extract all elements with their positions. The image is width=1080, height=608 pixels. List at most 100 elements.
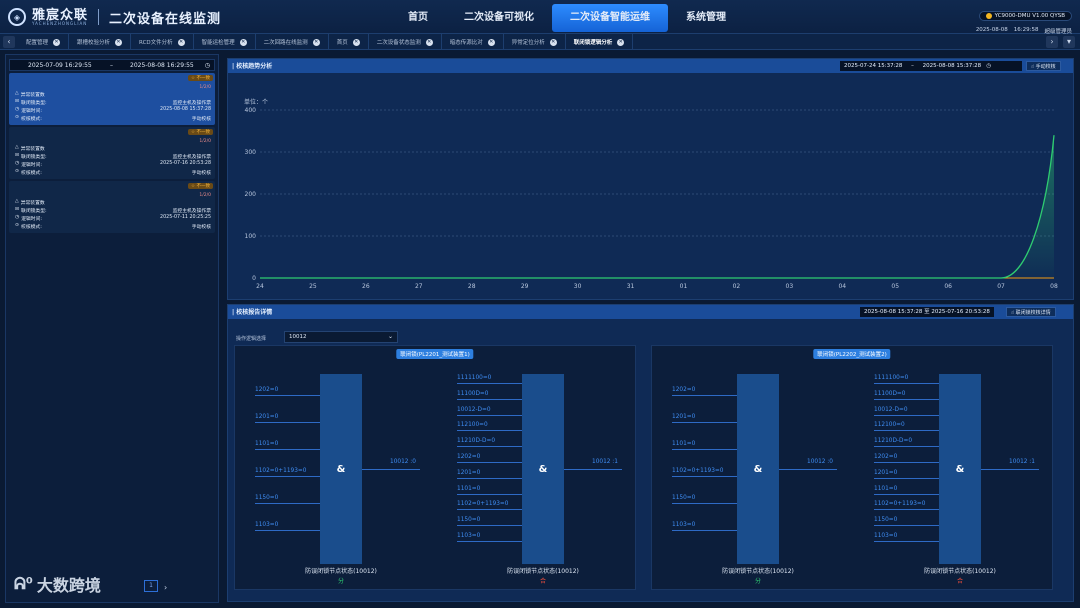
gate-input-label: 1150=0 [672,495,696,501]
field-icon: ◷ [15,107,20,112]
page-number[interactable]: 1 [144,580,158,592]
input-line [457,493,522,495]
report-card[interactable]: ☆ 不一致 1/2/0 △ 异常装置数 ⊟ 联闭锁类型: 监控主机及操作票 ◷ 逻辑时间: 202… [9,73,215,125]
tab-5[interactable]: 首页 ✕ [329,34,369,50]
interlock-diagram: 联闭锁(PL2202_测试装置2) & 1202=0 1201=0 1101=0 1102… [651,345,1053,590]
field-icon: ◷ [15,161,20,166]
watermark-logo-icon: ᕱ⁰ [14,574,33,593]
version-badge: YC9000-DMU V1.00 QYSB [978,11,1072,21]
hand-icon: ☝ [1011,310,1015,316]
status-badge: ☆ 不一致 [188,75,213,81]
input-line [255,395,320,396]
gate-state: 合 [539,578,547,585]
field-icon: ⊟ [15,153,20,158]
lock-check-detail-button[interactable]: ☝ 联闭锁校核详情 [1006,307,1056,317]
tab-close-icon[interactable]: ✕ [352,38,360,46]
card-field: ⊙ 校核模式: 手动校核 [15,115,211,122]
field-icon: △ [15,91,19,96]
x-tick-label: 01 [680,283,688,290]
input-line [255,503,320,504]
report-list-panel: 2025-07-09 16:29:55 – 2025-08-08 16:29:5… [5,54,219,603]
and-gate: & [737,374,779,564]
tab-close-icon[interactable]: ✕ [53,38,61,46]
tab-6[interactable]: 二次设备状态监测 ✕ [369,34,442,50]
y-tick-label: 0 [252,275,256,282]
tab-close-icon[interactable]: ✕ [115,38,123,46]
tab-bar: ‹ 配置管理 ✕ 跟槽校验分析 ✕ RCD文件分析 ✕ 智能运检管理 ✕ 二次回路在线监测 ✕ 首页… [0,34,1080,50]
tab-scroll-left-icon[interactable]: ‹ [3,36,15,48]
x-tick-label: 25 [309,283,317,290]
gate-caption: 防误闭锁节点状态(10012) [507,568,579,575]
logic-select-label: 操作逻辑选择 [236,336,267,342]
logic-select[interactable]: 10012 ⌄ [284,331,398,343]
tab-4[interactable]: 二次回路在线监测 ✕ [256,34,329,50]
gate-caption: 防误闭锁节点状态(10012) [305,568,377,575]
input-line [255,530,320,531]
abnormal-count: 1/2/0 [199,193,211,198]
tab-close-icon[interactable]: ✕ [617,38,625,46]
nav-system[interactable]: 系统管理 [668,4,744,32]
gate-input-label: 1102=0+1193=0 [672,468,724,474]
tab-7[interactable]: 暗态传源比对 ✕ [442,34,504,50]
gate-output-label: 10012 :0 [807,459,833,465]
input-line [874,525,939,527]
gate-input-label: 1102=0+1193=0 [874,501,926,508]
detail-panel: | 校核报告详情 2025-08-08 15:37:28 至 2025-07-1… [227,304,1074,602]
tab-2[interactable]: RCD文件分析 ✕ [131,34,194,50]
gate-input-label: 1150=0 [457,517,481,524]
next-page-icon[interactable]: › [164,583,167,592]
status-badge: ☆ 不一致 [188,129,213,135]
top-right: YC9000-DMU V1.00 QYSB 2025-08-08 16:29:5… [952,4,1072,35]
input-line [457,462,522,463]
tab-scroll-right-icon[interactable]: › [1046,36,1058,48]
tab-1[interactable]: 跟槽校验分析 ✕ [69,34,132,50]
tab-menu-icon[interactable]: ▾ [1063,36,1075,48]
x-tick-label: 04 [838,283,846,290]
input-line [255,476,320,477]
tab-close-icon[interactable]: ✕ [312,38,320,46]
date-range-picker[interactable]: 2025-07-09 16:29:55 – 2025-08-08 16:29:5… [9,59,215,71]
abnormal-count: 1/2/0 [199,85,211,90]
tab-close-icon[interactable]: ✕ [177,38,185,46]
nav-home[interactable]: 首页 [390,4,446,32]
gate-input-label: 1103=0 [874,533,898,539]
trend-panel: | 校核趋势分析 2025-07-24 15:37:28 – 2025-08-0… [227,58,1074,300]
card-field: ⊟ 联闭锁类型: 监控主机及操作票 [15,99,211,106]
tab-close-icon[interactable]: ✕ [549,38,557,46]
y-tick-label: 100 [245,233,257,240]
input-line [672,503,737,504]
field-icon: ⊙ [15,223,20,228]
tab-9[interactable]: 联闭锁逻辑分析 ✕ [566,34,634,50]
diagram-title: 联闭锁(PL2201_测试装置1) [396,349,474,359]
card-field: ◷ 逻辑时间: 2025-07-16 20:53:28 [15,161,211,168]
gate-input-label: 1101=0 [457,485,481,492]
tab-close-icon[interactable]: ✕ [487,38,495,46]
app-title: 二次设备在线监测 [109,11,222,27]
input-line [874,509,939,511]
input-line [457,525,522,527]
gate-input-label: 1150=0 [874,517,898,524]
tab-0[interactable]: 配置管理 ✕ [18,34,70,50]
gate-input-label: 1102=0+1193=0 [457,501,509,508]
manual-check-button[interactable]: ☝ 手动校核 [1026,61,1061,71]
input-line [874,414,939,416]
tabs: 配置管理 ✕ 跟槽校验分析 ✕ RCD文件分析 ✕ 智能运检管理 ✕ 二次回路在线监测 ✕ 首页 ✕ 二… [18,34,634,50]
brand-divider [98,9,100,25]
interlock-diagram: 联闭锁(PL2201_测试装置1) & 1202=0 1201=0 1101=0 1102… [234,345,636,590]
tab-3[interactable]: 智能运检管理 ✕ [194,34,256,50]
nav-visualization[interactable]: 二次设备可视化 [446,4,552,32]
tab-close-icon[interactable]: ✕ [239,38,247,46]
trend-date-range[interactable]: 2025-07-24 15:37:28 – 2025-08-08 15:37:2… [840,61,1022,71]
field-icon: ⊟ [15,99,20,104]
x-tick-label: 31 [627,283,635,290]
report-card[interactable]: ☆ 不一致 1/2/0 △ 异常装置数 ⊟ 联闭锁类型: 监控主机及操作票 ◷ 逻辑时间: 202… [9,181,215,233]
report-card[interactable]: ☆ 不一致 1/2/0 △ 异常装置数 ⊟ 联闭锁类型: 监控主机及操作票 ◷ 逻辑时间: 202… [9,127,215,179]
card-field: △ 异常装置数 [15,145,45,152]
x-tick-label: 26 [362,283,370,290]
gate-input-label: 11100D=0 [874,390,906,397]
tab-close-icon[interactable]: ✕ [425,38,433,46]
tab-8[interactable]: 异常定位分析 ✕ [504,34,566,50]
main-nav: 首页 二次设备可视化 二次设备智能运维 系统管理 [390,4,744,32]
nav-operations[interactable]: 二次设备智能运维 [552,4,668,32]
input-line [874,430,939,432]
